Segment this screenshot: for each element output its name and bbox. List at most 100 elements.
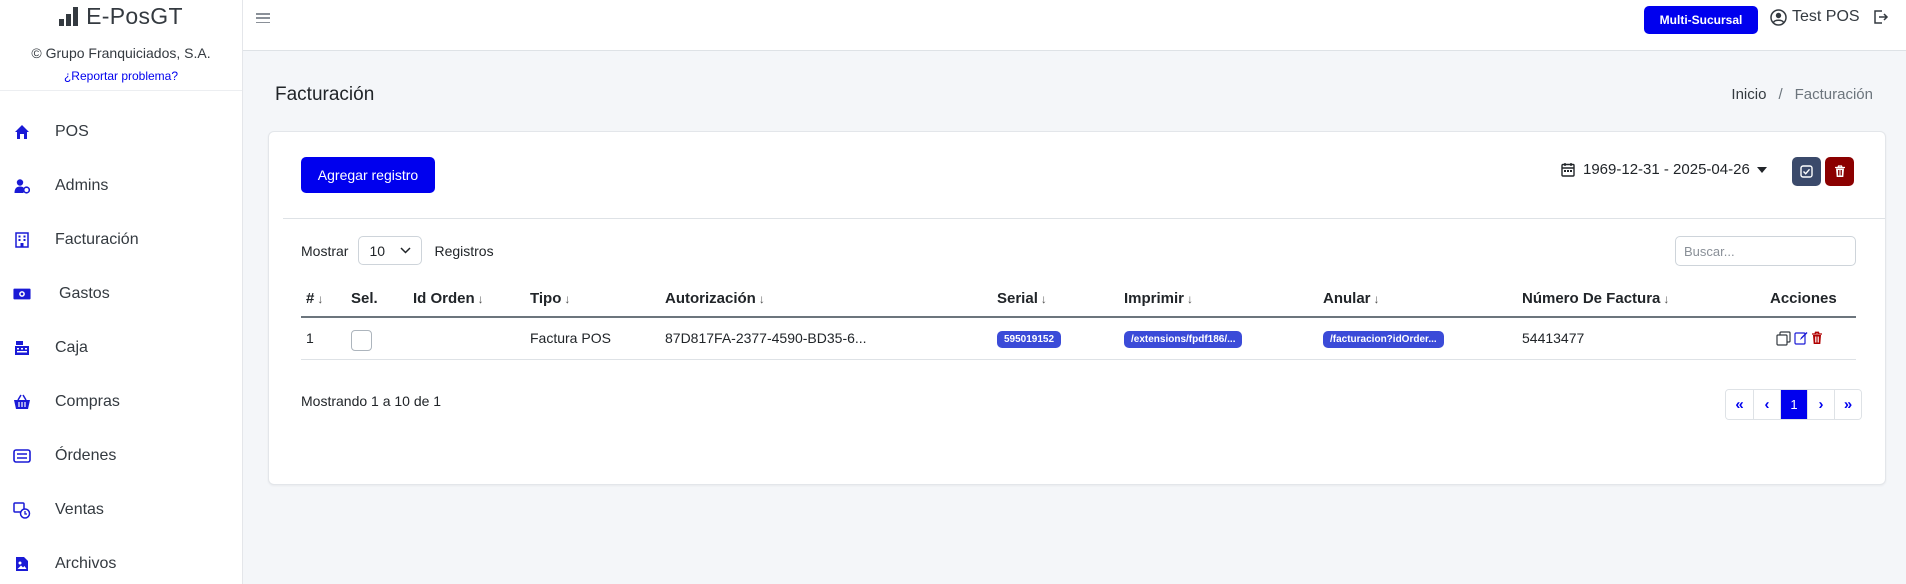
column-header-num[interactable]: # ↓: [301, 280, 346, 318]
sidebar-item-compras[interactable]: Compras: [0, 375, 242, 429]
divider: [283, 218, 1885, 219]
page-next-button[interactable]: ›: [1807, 390, 1834, 419]
chevron-down-icon: [400, 247, 411, 254]
cell-sel: [346, 317, 408, 360]
select-all-button[interactable]: [1792, 157, 1821, 186]
receipt-icon: [13, 447, 31, 465]
sales-icon: [13, 501, 31, 519]
sidebar-item-ventas[interactable]: Ventas: [0, 483, 242, 537]
void-link-badge[interactable]: /facturacion?idOrder...: [1323, 330, 1444, 348]
sidebar-item-admins[interactable]: Admins: [0, 159, 242, 213]
date-range-picker[interactable]: 1969-12-31 - 2025-04-26: [1561, 161, 1767, 178]
menu-toggle-icon[interactable]: [256, 11, 270, 25]
page-prev-button[interactable]: ‹: [1753, 390, 1780, 419]
table-info: Mostrando 1 a 10 de 1: [301, 393, 442, 409]
basket-icon: [13, 393, 31, 411]
sidebar-item-ordenes[interactable]: Órdenes: [0, 429, 242, 483]
table-header-row: # ↓ Sel. Id Orden ↓ Tipo ↓ Autorización ↓ Se…: [301, 280, 1856, 318]
cell-num: 1: [301, 317, 346, 360]
brand-title: E-PosGT: [86, 2, 183, 29]
cell-id-orden: [408, 317, 525, 360]
page-last-button[interactable]: »: [1834, 390, 1861, 419]
delete-selected-button[interactable]: [1825, 157, 1854, 186]
page-first-button[interactable]: «: [1726, 390, 1753, 419]
sidebar-item-label: Archivos: [55, 555, 117, 572]
sidebar-item-label: POS: [55, 123, 89, 140]
calendar-icon: [1561, 163, 1575, 177]
logout-icon[interactable]: [1873, 9, 1889, 30]
sort-arrow-icon: ↓: [317, 291, 324, 306]
column-header-acciones: Acciones: [1765, 280, 1856, 318]
brand: E-PosGT © Grupo Franquiciados, S.A. ¿Rep…: [0, 0, 242, 91]
cell-numero-factura: 54413477: [1517, 317, 1765, 360]
search-input[interactable]: [1675, 236, 1856, 266]
column-header-autorizacion[interactable]: Autorización ↓: [660, 280, 992, 318]
sidebar-item-label: Facturación: [55, 231, 139, 248]
sidebar-item-label: Compras: [55, 393, 120, 410]
sort-arrow-icon: ↓: [564, 291, 571, 306]
brand-logo[interactable]: E-PosGT: [0, 0, 242, 30]
bar-chart-icon: [59, 6, 79, 26]
sidebar-item-archivos[interactable]: Archivos: [0, 537, 242, 584]
invoice-table: # ↓ Sel. Id Orden ↓ Tipo ↓ Autorización ↓ Se…: [301, 280, 1856, 360]
column-header-anular[interactable]: Anular ↓: [1318, 280, 1517, 318]
user-name: Test POS: [1792, 8, 1860, 25]
money-icon: [13, 285, 31, 303]
cell-autorizacion: 87D817FA-2377-4590-BD35-6...: [660, 317, 992, 360]
sort-arrow-icon: ↓: [1663, 291, 1670, 306]
cell-imprimir: /extensions/fpdf186/...: [1119, 317, 1318, 360]
column-header-tipo[interactable]: Tipo ↓: [525, 280, 660, 318]
column-header-imprimir[interactable]: Imprimir ↓: [1119, 280, 1318, 318]
page-number-button[interactable]: 1: [1780, 390, 1807, 419]
column-header-numero-factura[interactable]: Número De Factura ↓: [1517, 280, 1765, 318]
user-gear-icon: [13, 177, 31, 195]
sidebar-item-pos[interactable]: POS: [0, 105, 242, 159]
breadcrumb-home-link[interactable]: Inicio: [1731, 86, 1766, 103]
cell-tipo: Factura POS: [525, 317, 660, 360]
column-header-sel: Sel.: [346, 280, 408, 318]
page-title: Facturación: [275, 84, 375, 105]
column-header-serial[interactable]: Serial ↓: [992, 280, 1119, 318]
user-circle-icon: [1770, 8, 1787, 26]
user-menu[interactable]: Test POS: [1770, 8, 1860, 26]
home-icon: [13, 123, 31, 141]
sidebar-item-facturacion[interactable]: Facturación: [0, 213, 242, 267]
copy-icon[interactable]: [1776, 331, 1791, 346]
sort-arrow-icon: ↓: [1040, 291, 1047, 306]
breadcrumb: Inicio / Facturación: [1731, 86, 1873, 103]
serial-badge: 595019152: [997, 330, 1062, 348]
check-square-icon: [1800, 165, 1813, 178]
print-link-badge[interactable]: /extensions/fpdf186/...: [1124, 330, 1243, 348]
pagination: « ‹ 1 › »: [1725, 389, 1862, 420]
add-record-button[interactable]: Agregar registro: [301, 157, 435, 193]
column-header-id-orden[interactable]: Id Orden ↓: [408, 280, 525, 318]
cash-register-icon: [13, 339, 31, 357]
sidebar-nav: POS Admins Facturación Gastos Caja Compr…: [0, 91, 242, 584]
sidebar-item-gastos[interactable]: Gastos: [0, 267, 242, 321]
cell-anular: /facturacion?idOrder...: [1318, 317, 1517, 360]
file-image-icon: [13, 555, 31, 573]
breadcrumb-current: Facturación: [1794, 86, 1873, 103]
sidebar-item-caja[interactable]: Caja: [0, 321, 242, 375]
invoice-card: Agregar registro 1969-12-31 - 2025-04-26…: [268, 131, 1886, 485]
page-size-value: 10: [369, 242, 386, 259]
breadcrumb-separator: /: [1778, 86, 1783, 103]
trash-icon: [1834, 165, 1845, 177]
page-size-control: Mostrar 10 Registros: [301, 236, 494, 265]
sort-arrow-icon: ↓: [1373, 291, 1380, 306]
sort-arrow-icon: ↓: [477, 291, 484, 306]
edit-icon[interactable]: [1794, 331, 1808, 345]
show-label: Mostrar: [301, 242, 349, 259]
page-size-select[interactable]: 10: [358, 236, 423, 265]
building-icon: [13, 231, 31, 249]
sort-arrow-icon: ↓: [1187, 291, 1194, 306]
multi-sucursal-button[interactable]: Multi-Sucursal: [1644, 6, 1758, 34]
sidebar: E-PosGT © Grupo Franquiciados, S.A. ¿Rep…: [0, 0, 243, 584]
topbar: Multi-Sucursal Test POS: [243, 0, 1906, 51]
table-row: 1 Factura POS 87D817FA-2377-4590-BD35-6.…: [301, 317, 1856, 360]
trash-icon[interactable]: [1811, 331, 1823, 345]
sidebar-item-label: Admins: [55, 177, 109, 194]
row-checkbox[interactable]: [351, 329, 372, 351]
report-problem-link[interactable]: ¿Reportar problema?: [64, 69, 178, 83]
sort-arrow-icon: ↓: [758, 291, 765, 306]
